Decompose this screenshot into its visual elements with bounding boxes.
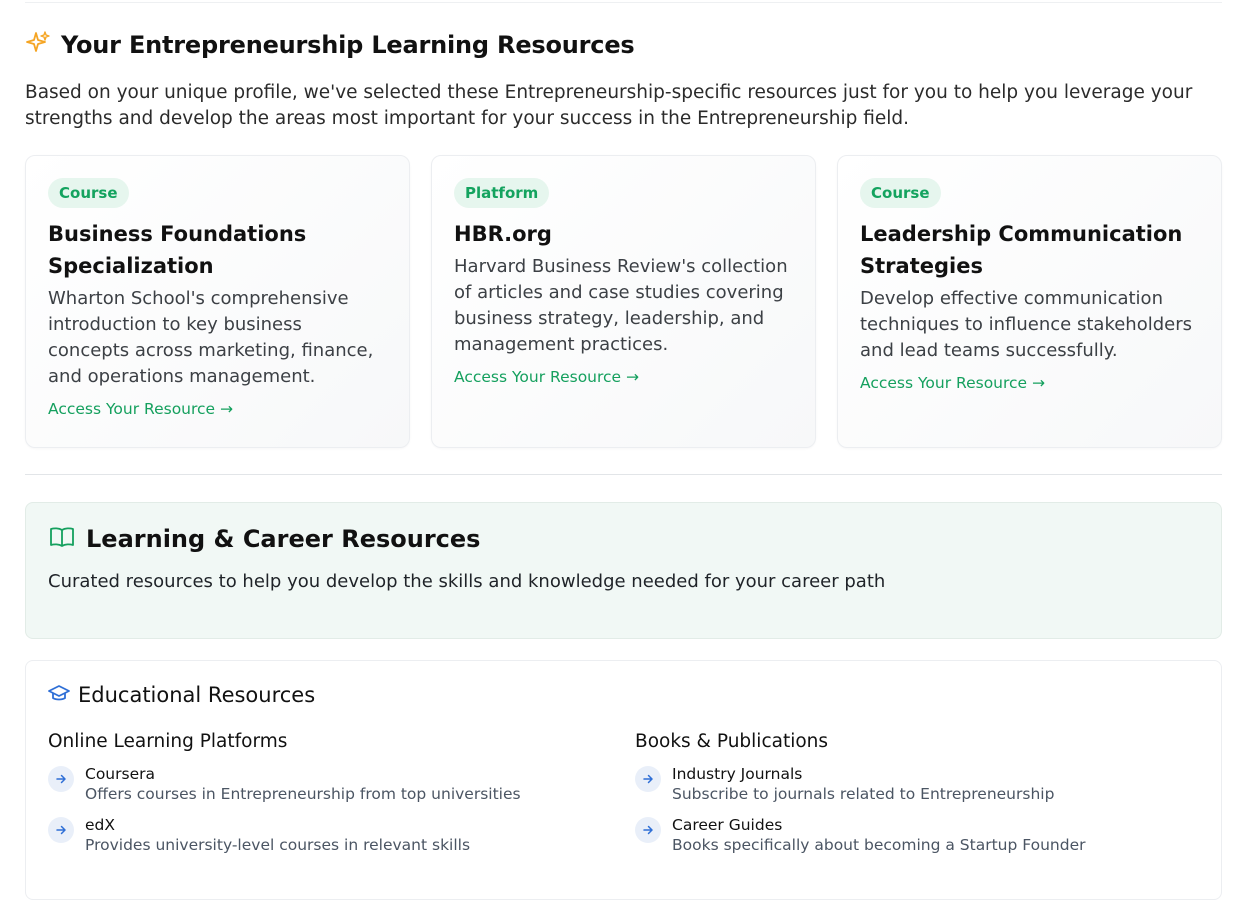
column-title: Books & Publications (635, 731, 829, 752)
item-description: Books specifically about becoming a Star… (672, 836, 1086, 854)
section-divider (25, 474, 1222, 475)
resource-card: Course Business Foundations Specializati… (25, 155, 410, 448)
arrow-right-icon (48, 817, 74, 843)
arrow-right-icon (48, 766, 74, 792)
resource-type-badge: Course (860, 178, 941, 208)
arrow-right-icon (635, 766, 661, 792)
educational-title: Educational Resources (78, 683, 316, 707)
resource-cards: Course Business Foundations Specializati… (25, 155, 1222, 448)
learning-career-banner: Learning & Career Resources Curated reso… (25, 502, 1222, 639)
intro-text: Based on your unique profile, we've sele… (25, 82, 1193, 129)
list-item[interactable]: Industry Journals Subscribe to journals … (635, 764, 1195, 804)
item-description: Offers courses in Entrepreneurship from … (85, 785, 521, 803)
book-open-icon (48, 525, 76, 553)
item-name: edX (85, 816, 115, 834)
item-name: Industry Journals (672, 765, 803, 783)
resource-title: Leadership Communication Strategies (860, 222, 1183, 278)
item-description: Subscribe to journals related to Entrepr… (672, 785, 1055, 803)
personalized-header: Your Entrepreneurship Learning Resources (25, 30, 635, 60)
resource-card: Platform HBR.org Harvard Business Review… (431, 155, 816, 448)
list-item[interactable]: edX Provides university-level courses in… (48, 815, 608, 855)
resource-description: Develop effective communication techniqu… (860, 288, 1192, 361)
top-divider (25, 0, 1222, 3)
learning-career-subtitle: Curated resources to help you develop th… (48, 571, 886, 592)
online-platforms-column: Online Learning Platforms Coursera Offer… (48, 731, 608, 866)
books-publications-column: Books & Publications Industry Journals S… (635, 731, 1195, 866)
resource-title: HBR.org (454, 222, 552, 246)
access-resource-link[interactable]: Access Your Resource → (454, 368, 639, 386)
educational-header: Educational Resources (48, 683, 315, 707)
resource-type-badge: Platform (454, 178, 550, 208)
access-resource-link[interactable]: Access Your Resource → (860, 374, 1045, 392)
learning-career-title: Learning & Career Resources (86, 525, 481, 553)
resource-description: Wharton School's comprehensive introduct… (48, 288, 374, 387)
column-title: Online Learning Platforms (48, 731, 288, 752)
learning-career-header: Learning & Career Resources (48, 525, 480, 553)
resource-description: Harvard Business Review's collection of … (454, 256, 788, 355)
resource-card: Course Leadership Communication Strategi… (837, 155, 1222, 448)
arrow-right-icon (635, 817, 661, 843)
item-name: Career Guides (672, 816, 783, 834)
graduation-cap-icon (48, 683, 70, 707)
sparkle-icon (25, 30, 51, 60)
educational-resources-panel: Educational Resources Online Learning Pl… (25, 660, 1222, 900)
resource-title: Business Foundations Specialization (48, 222, 307, 278)
resource-type-badge: Course (48, 178, 129, 208)
page-title: Your Entrepreneurship Learning Resources (61, 31, 635, 59)
list-item[interactable]: Career Guides Books specifically about b… (635, 815, 1195, 855)
access-resource-link[interactable]: Access Your Resource → (48, 400, 233, 418)
list-item[interactable]: Coursera Offers courses in Entrepreneurs… (48, 764, 608, 804)
item-name: Coursera (85, 765, 155, 783)
item-description: Provides university-level courses in rel… (85, 836, 471, 854)
